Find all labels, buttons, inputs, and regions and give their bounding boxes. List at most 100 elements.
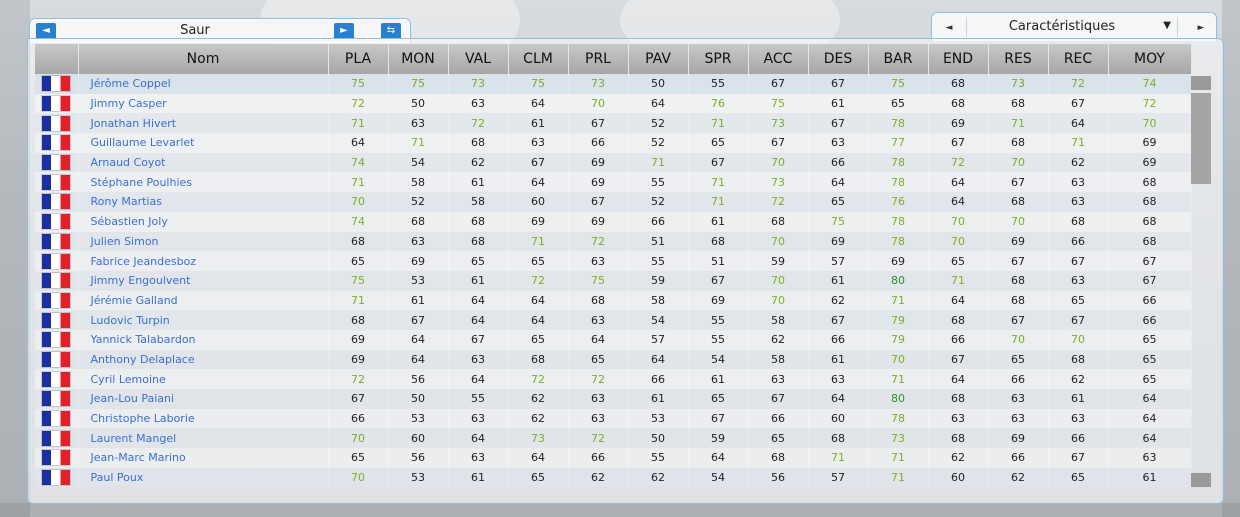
table-row[interactable]: Jérémie Galland 71 61 64 64 68 58 69 70 62 71 64 68 6… [35, 290, 1192, 311]
rider-name-link[interactable]: Jonathan Hivert [78, 113, 329, 134]
table-row[interactable]: Jérôme Coppel 75 75 73 75 73 50 55 67 67 75 68 73 72 7… [35, 74, 1192, 94]
table-row[interactable]: Jean-Lou Paiani 67 50 55 62 63 61 65 67 64 80 68 63 6… [35, 389, 1192, 409]
column-header-rec[interactable]: REC [1048, 44, 1109, 74]
table-row[interactable]: Arnaud Coyot 74 54 62 67 69 71 67 70 66 78 72 70 62 69 [35, 152, 1192, 173]
column-header-nom[interactable]: Nom [78, 44, 329, 74]
rider-name-link[interactable]: Yannick Talabardon [78, 329, 329, 350]
rider-name-link[interactable]: Cyril Lemoine [78, 369, 329, 389]
stat-cell-acc: 70 [748, 231, 809, 252]
stat-cell-spr: 71 [688, 192, 749, 212]
table-row[interactable]: Cyril Lemoine 72 56 64 72 72 66 61 63 63 71 64 66 62 6… [35, 369, 1192, 389]
column-header-end[interactable]: END [928, 44, 989, 74]
column-header-clm[interactable]: CLM [508, 44, 569, 74]
rider-name-link[interactable]: Christophe Laborie [78, 408, 329, 429]
table-row[interactable]: Guillaume Levarlet 64 71 68 63 66 52 65 67 63 77 67… [35, 133, 1192, 153]
rider-name-link[interactable]: Jimmy Engoulvent [78, 270, 329, 291]
column-header-pav[interactable]: PAV [628, 44, 689, 74]
table-row[interactable]: Jimmy Engoulvent 75 53 61 72 75 59 67 70 61 80 71 68… [35, 270, 1192, 291]
table-row[interactable]: Ludovic Turpin 68 67 64 64 63 54 55 58 67 79 68 67 67… [35, 310, 1192, 330]
stat-cell-val: 64 [448, 428, 509, 449]
table-row[interactable]: Sébastien Joly 74 68 68 69 69 66 61 68 75 78 70 70 68… [35, 211, 1192, 232]
rider-name-link[interactable]: Laurent Mangel [78, 428, 329, 449]
rider-name-link[interactable]: Anthony Delaplace [78, 349, 329, 370]
column-header-val[interactable]: VAL [448, 44, 509, 74]
stat-cell-des: 60 [808, 408, 869, 429]
view-dropdown[interactable]: Caractéristiques ▼ [966, 17, 1178, 37]
chevron-down-icon[interactable]: ▼ [1163, 20, 1171, 31]
column-header-prl[interactable]: PRL [568, 44, 629, 74]
table-row[interactable]: Stéphane Poulhies 71 58 61 64 69 55 71 73 64 78 64 6… [35, 172, 1192, 193]
rider-name-link[interactable]: Julien Simon [78, 231, 329, 252]
stat-cell-des: 62 [808, 290, 869, 311]
stat-cell-val: 64 [448, 310, 509, 330]
stat-cell-val: 63 [448, 408, 509, 429]
rider-name-link[interactable]: Paul Poux [78, 467, 329, 488]
scroll-up-button[interactable] [1191, 76, 1211, 90]
column-header-des[interactable]: DES [808, 44, 869, 74]
column-header-acc[interactable]: ACC [748, 44, 809, 74]
rider-name-link[interactable]: Jérémie Galland [78, 290, 329, 311]
stat-cell-clm: 72 [508, 369, 569, 389]
column-header-mon[interactable]: MON [388, 44, 449, 74]
rider-name-link[interactable]: Arnaud Coyot [78, 152, 329, 173]
swap-icon[interactable]: ⇆ [381, 23, 401, 38]
column-header-moy[interactable]: MOY [1108, 44, 1192, 74]
stat-cell-spr: 61 [688, 211, 749, 232]
scroll-down-button[interactable] [1191, 473, 1211, 487]
column-header-spr[interactable]: SPR [688, 44, 749, 74]
france-flag-icon [42, 253, 71, 269]
stat-cell-rec: 67 [1048, 448, 1109, 468]
table-row[interactable]: Jonathan Hivert 71 63 72 61 67 52 71 73 67 78 69 71 6… [35, 113, 1192, 134]
flag-cell [35, 172, 79, 193]
table-row[interactable]: Yannick Talabardon 69 64 67 65 64 57 55 62 66 79 66… [35, 329, 1192, 350]
column-header-pla[interactable]: PLA [328, 44, 389, 74]
france-flag-icon [42, 194, 71, 210]
table-row[interactable]: Jean-Marc Marino 65 56 63 64 66 55 64 68 71 71 62 66… [35, 448, 1192, 468]
stat-cell-val: 55 [448, 389, 509, 409]
rider-name-link[interactable]: Rony Martias [78, 192, 329, 212]
next-team-button[interactable]: ► [334, 23, 354, 38]
rider-name-link[interactable]: Jean-Lou Paiani [78, 389, 329, 409]
stat-cell-prl: 67 [568, 192, 629, 212]
rider-name-link[interactable]: Jérôme Coppel [78, 74, 329, 94]
table-row[interactable]: Rony Martias 70 52 58 60 67 52 71 72 65 76 64 68 63 68 [35, 192, 1192, 212]
rider-name-link[interactable]: Guillaume Levarlet [78, 133, 329, 153]
stat-cell-mon: 54 [388, 152, 449, 173]
scrollbar-thumb[interactable] [1191, 93, 1211, 184]
table-row[interactable]: Paul Poux 70 53 61 65 62 62 54 56 57 71 60 62 65 61 [35, 467, 1192, 488]
stat-cell-moy: 68 [1108, 192, 1192, 212]
table-row[interactable]: Julien Simon 68 63 68 71 72 51 68 70 69 78 70 69 66 68 [35, 231, 1192, 252]
stat-cell-pla: 72 [328, 93, 389, 114]
column-header-bar[interactable]: BAR [868, 44, 929, 74]
stat-cell-spr: 71 [688, 113, 749, 134]
rider-name-link[interactable]: Jean-Marc Marino [78, 448, 329, 468]
prev-view-button[interactable]: ◄ [938, 19, 960, 37]
stat-cell-prl: 67 [568, 113, 629, 134]
stat-cell-rec: 68 [1048, 349, 1109, 370]
stat-cell-pav: 52 [628, 113, 689, 134]
table-row[interactable]: Fabrice Jeandesboz 65 69 65 65 63 55 51 59 57 69 65… [35, 251, 1192, 271]
rider-name-link[interactable]: Jimmy Casper [78, 93, 329, 114]
stat-cell-bar: 76 [868, 192, 929, 212]
stat-cell-bar: 77 [868, 133, 929, 153]
stat-cell-end: 60 [928, 467, 989, 488]
stat-cell-des: 57 [808, 251, 869, 271]
rider-name-link[interactable]: Ludovic Turpin [78, 310, 329, 330]
rider-name-link[interactable]: Stéphane Poulhies [78, 172, 329, 193]
table-row[interactable]: Jimmy Casper 72 50 63 64 70 64 76 75 61 65 68 68 67 72 [35, 93, 1192, 114]
stat-cell-mon: 64 [388, 349, 449, 370]
stat-cell-val: 61 [448, 467, 509, 488]
next-view-button[interactable]: ► [1190, 19, 1212, 37]
prev-team-button[interactable]: ◄ [36, 23, 56, 38]
stat-cell-acc: 66 [748, 408, 809, 429]
table-row[interactable]: Anthony Delaplace 69 64 63 68 65 64 54 58 61 70 67 6… [35, 349, 1192, 370]
column-header-res[interactable]: RES [988, 44, 1049, 74]
stat-cell-des: 65 [808, 192, 869, 212]
column-header-flag[interactable] [35, 44, 79, 74]
rider-name-link[interactable]: Fabrice Jeandesboz [78, 251, 329, 271]
table-row[interactable]: Laurent Mangel 70 60 64 73 72 50 59 65 68 73 68 69 66… [35, 428, 1192, 449]
table-row[interactable]: Christophe Laborie 66 53 63 62 63 53 67 66 60 78 63… [35, 408, 1192, 429]
rider-name-link[interactable]: Sébastien Joly [78, 211, 329, 232]
stat-cell-rec: 67 [1048, 251, 1109, 271]
stat-cell-val: 63 [448, 448, 509, 468]
